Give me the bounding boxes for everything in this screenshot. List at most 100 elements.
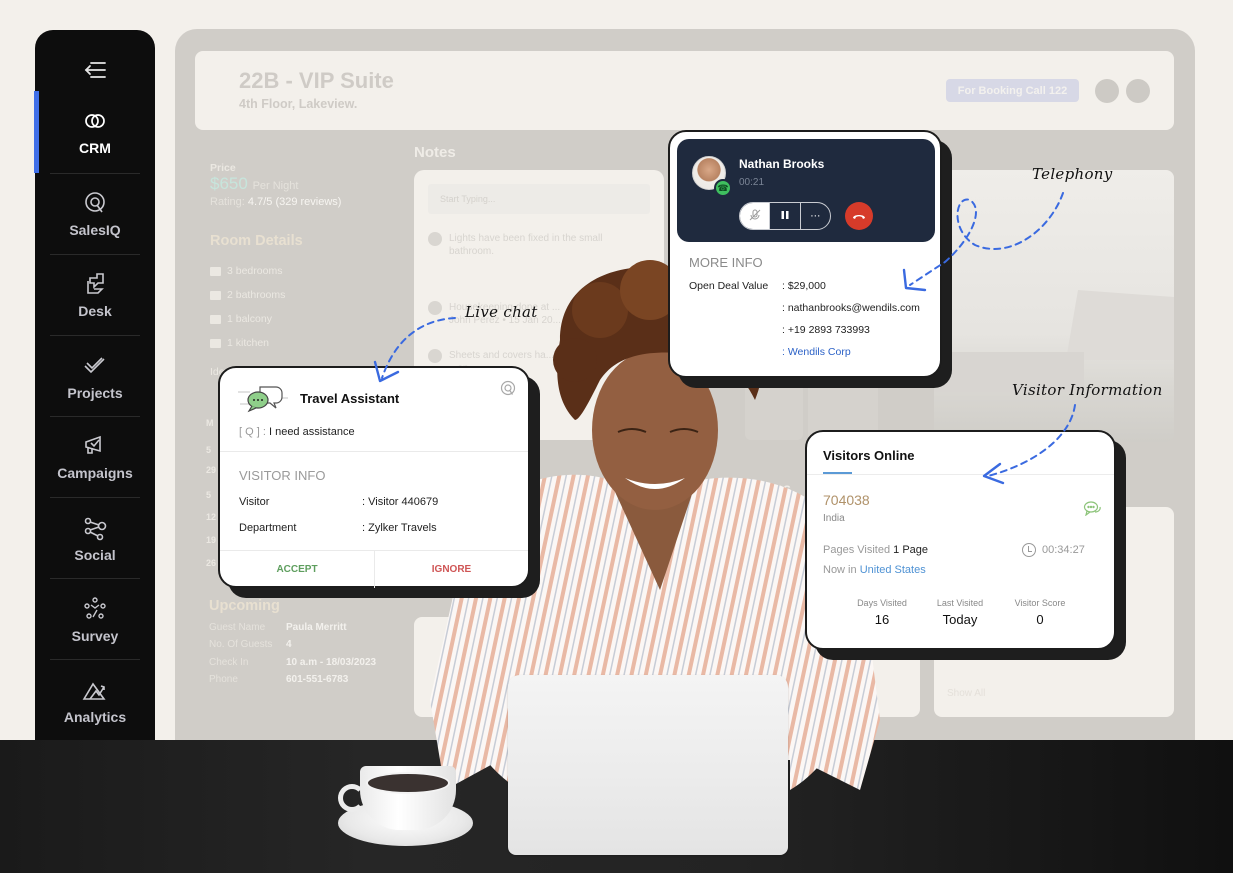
avatar [428, 349, 442, 363]
sidebar-item-survey[interactable]: Survey [35, 579, 155, 660]
building-roof-shape [1066, 290, 1174, 360]
room-detail-label: 1 balcony [227, 313, 272, 325]
sidebar-item-label: SalesIQ [69, 221, 121, 238]
sidebar-item-salesiq[interactable]: SalesIQ [35, 173, 155, 254]
hang-up-icon [852, 207, 866, 225]
info-row: Open Deal Value : $29,000 [689, 280, 939, 292]
telephony-annotation: Telephony [1032, 165, 1113, 183]
salesiq-icon[interactable] [500, 380, 516, 396]
room-detail-item: 1 balcony [210, 313, 272, 325]
visitor-information-annotation: Visitor Information [1012, 381, 1163, 399]
visitors-online-tab[interactable]: Visitors Online [823, 448, 915, 463]
room-detail-item: 3 bedrooms [210, 265, 282, 277]
more-options-button[interactable]: ⋯ [799, 203, 830, 229]
stat-visitor-score: Visitor Score 0 [995, 598, 1085, 627]
calendar-header: M [206, 418, 214, 428]
calendar-day: 5 [206, 445, 212, 455]
upcoming-value: 10 a.m - 18/03/2023 [286, 657, 377, 668]
notes-input[interactable]: Start Typing... [428, 184, 650, 214]
sidebar-item-desk[interactable]: Desk [35, 254, 155, 335]
pages-label: Pages Visited [823, 544, 891, 556]
visitor-id[interactable]: 704038 [823, 492, 870, 508]
pause-icon [780, 210, 790, 223]
visitors-online-card: Visitors Online 704038 India Pages Visit… [805, 430, 1116, 650]
ignore-button[interactable]: IGNORE [374, 551, 528, 588]
chat-question: [ Q ] : I need assistance [239, 426, 355, 438]
upcoming-value: 4 [286, 639, 292, 650]
stat-last-visited: Last Visited Today [915, 598, 1005, 627]
room-photo[interactable] [934, 170, 1174, 442]
shower-icon [210, 290, 221, 300]
upcoming-key: Phone [209, 674, 238, 685]
kitchen-icon [210, 338, 221, 348]
sidebar-item-social[interactable]: Social [35, 498, 155, 579]
upcoming-row: Check In 10 a.m - 18/03/2023 [209, 657, 409, 668]
more-icon: ⋯ [810, 210, 821, 222]
stat-label: Last Visited [936, 598, 984, 608]
sidebar-item-crm[interactable]: CRM [34, 91, 155, 173]
avatar [428, 232, 442, 246]
header-action-button[interactable] [1126, 79, 1150, 103]
booking-call-button[interactable]: For Booking Call 122 [946, 79, 1079, 102]
upcoming-key: Check In [209, 657, 249, 668]
stat-label: Days Visited [857, 598, 907, 608]
pages-visited: Pages Visited 1 Page [823, 544, 928, 556]
email-value[interactable]: : nathanbrooks@wendils.com [782, 302, 920, 314]
duration-value: 00:34:27 [1042, 544, 1085, 556]
info-key: Open Deal Value [689, 280, 769, 292]
caller-name: Nathan Brooks [739, 157, 825, 171]
info-key: Visitor [239, 496, 270, 508]
social-icon [82, 515, 108, 541]
upcoming-row: No. Of Guests 4 [209, 639, 409, 650]
divider [220, 451, 528, 452]
chat-bubbles-icon [236, 384, 290, 414]
reservations-heading: Reservations [703, 480, 791, 496]
note-item: Lights have been fixed in the small bath… [428, 232, 650, 258]
phone-value[interactable]: : +19 2893 733993 [782, 324, 870, 336]
accept-button[interactable]: ACCEPT [220, 551, 374, 588]
stat-value: 0 [1036, 612, 1044, 627]
price-value: $650 Per Night [210, 174, 298, 194]
chat-icon[interactable] [1083, 500, 1101, 517]
upcoming-value: 601-551-6783 [286, 674, 349, 685]
calendar-day: 29 [206, 465, 217, 475]
rating: Rating: 4.7/5 (329 reviews) [210, 196, 341, 208]
sidebar-item-label: Analytics [63, 708, 127, 725]
live-chat-annotation: Live chat [465, 303, 538, 321]
salesiq-icon [82, 190, 108, 216]
info-row: : nathanbrooks@wendils.com [689, 302, 939, 314]
upcoming-row: Guest Name Paula Merritt [209, 622, 409, 633]
question-text: I need assistance [268, 426, 355, 438]
header-action-button[interactable] [1095, 79, 1119, 103]
show-all-link[interactable]: Show All [947, 688, 985, 699]
company-link[interactable]: : Wendils Corp [782, 346, 851, 358]
info-key: Department [239, 522, 297, 534]
phone-ringing-icon: ☎ [714, 179, 732, 197]
sidebar-item-label: Projects [67, 384, 123, 401]
stat-days-visited: Days Visited 16 [837, 598, 927, 627]
calendar-day: 26 [206, 558, 217, 568]
price-unit: Per Night [252, 180, 299, 192]
sidebar: CRM SalesIQ Desk Projects Campaigns Soci… [34, 30, 155, 750]
info-value: : $29,000 [782, 280, 826, 292]
active-call-bar: ☎ Nathan Brooks 00:21 ⋯ [677, 139, 935, 242]
sidebar-item-campaigns[interactable]: Campaigns [35, 416, 155, 497]
info-value: : Visitor 440679 [362, 496, 439, 508]
hang-up-button[interactable] [845, 202, 873, 230]
price-amount: $650 [210, 174, 248, 193]
calendar-day: 19 [206, 535, 217, 545]
sidebar-item-projects[interactable]: Projects [35, 336, 155, 417]
photo-thumbnail[interactable] [745, 378, 803, 440]
sidebar-item-analytics[interactable]: Analytics [35, 660, 155, 741]
section-heading-partial: s [530, 480, 538, 496]
crm-icon [82, 108, 108, 134]
location-link[interactable]: United States [860, 564, 926, 576]
room-details-heading: Room Details [210, 233, 303, 249]
menu-collapse-icon[interactable] [83, 60, 107, 80]
mute-button[interactable] [740, 203, 770, 229]
visitor-info-row: Department: Zylker Travels [239, 522, 437, 534]
hold-button[interactable] [769, 203, 799, 229]
coffee [366, 772, 450, 794]
stat-label: Visitor Score [1014, 598, 1066, 608]
stat-value: 16 [874, 612, 890, 627]
